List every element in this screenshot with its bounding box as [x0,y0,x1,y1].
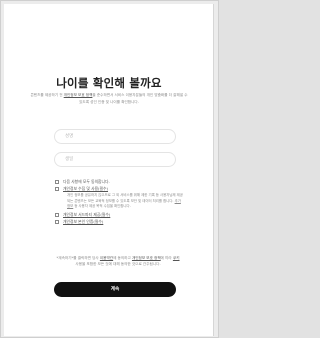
birthday-field[interactable]: 생일 [54,152,176,167]
description-text-rest: 을 준수하면서 서비스 이용자분들의 개인 맞춤화를 더 잘해낼 수 있도록 성… [79,93,188,104]
agree-all-label: 다음 사항에 모두 동의합니다. [63,179,110,184]
privacy-consent-label[interactable]: 개인정보 수집 및 사용(필수) [63,186,108,191]
name-field[interactable]: 성명 [54,129,176,144]
identity-consent-row[interactable]: 개인정보 본인 인증(필수) [55,218,183,225]
privacy-terms-text: 개인 정보를 공유하지 않으므로 그 외 서비스를 위해 제한 기록 등 사용자… [67,193,183,210]
page-description: 콘텐츠를 제공하기 전 개인정보 보호 정책을 준수하면서 서비스 이용자분들의… [30,92,188,106]
notice-text-3: 에 따라 [160,256,173,260]
privacy-consent-checkbox[interactable] [55,187,59,191]
name-placeholder: 성명 [65,134,74,139]
identity-label[interactable]: 개인정보 본인 인증(필수) [63,219,103,224]
agree-all-checkbox[interactable] [55,180,59,184]
third-party-label[interactable]: 개인정보 서드파티 제공(필수) [63,212,110,217]
consent-section: 다음 사항에 모두 동의합니다. 개인정보 수집 및 사용(필수) 개인 정보를… [55,178,183,225]
continue-button[interactable]: 계속 [54,282,176,297]
identity-checkbox[interactable] [55,219,59,224]
privacy-terms-part: 개인 정보를 공유하지 않으므로 그 외 서비스를 위해 제한 기록 등 사용자… [67,193,183,203]
terms-notice: *계속하기*를 클릭하면 당사 이용약관에 동의하고 개인정보 보호 정책에 따… [56,255,180,267]
notice-text-4: 사용을 포함한 모든 것에 대해 동의한 것으로 간주됩니다. [75,262,161,266]
notice-text-2: 에 동의하고 [113,256,132,260]
terms-of-use-link[interactable]: 이용약관 [100,256,113,260]
cookie-link[interactable]: 쿠키 [173,256,180,260]
notice-privacy-link[interactable]: 개인정보 보호 정책 [132,256,161,260]
window-frame: 나이를 확인해 볼까요 콘텐츠를 제공하기 전 개인정보 보호 정책을 준수하면… [0,0,219,338]
page-container: 나이를 확인해 볼까요 콘텐츠를 제공하기 전 개인정보 보호 정책을 준수하면… [4,4,214,336]
privacy-terms-rest: 등 사용자 제공 목적 수집을 확인합니다. [73,204,131,209]
description-text: 콘텐츠를 제공하기 전 [30,93,64,97]
privacy-consent-row[interactable]: 개인정보 수집 및 사용(필수) [55,185,183,192]
notice-text: *계속하기*를 클릭하면 당사 [56,256,100,260]
page-title: 나이를 확인해 볼까요 [56,76,162,90]
third-party-consent-row[interactable]: 개인정보 서드파티 제공(필수) [55,211,183,218]
birthday-placeholder: 생일 [65,157,74,162]
privacy-policy-link[interactable]: 개인정보 보호 정책 [64,93,93,97]
third-party-checkbox[interactable] [55,212,59,217]
agree-all-row[interactable]: 다음 사항에 모두 동의합니다. [55,178,183,185]
